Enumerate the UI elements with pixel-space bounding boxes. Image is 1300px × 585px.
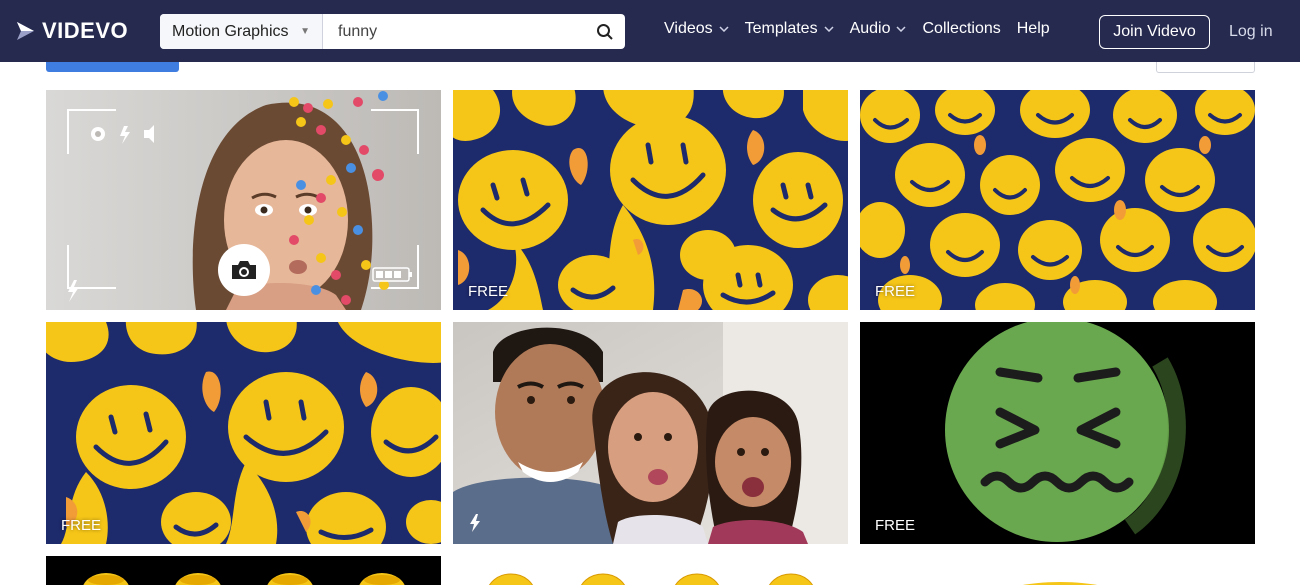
search-bar: Motion Graphics ▼ [160,14,625,49]
video-thumbnail-family [453,322,848,544]
premium-bolt-icon [470,514,480,532]
play-logo-icon [17,22,34,40]
videvo-logo[interactable]: VIDEVO [14,18,128,44]
main-nav: Videos Templates Audio Collections Help [664,20,1050,38]
category-select[interactable]: Motion Graphics ▼ [160,14,323,49]
free-badge: FREE [875,517,916,534]
video-tile[interactable]: FREE [860,322,1255,544]
login-link[interactable]: Log in [1229,23,1273,41]
video-tile[interactable] [860,556,1255,585]
nav-templates-label: Templates [744,20,818,37]
nav-help[interactable]: Help [1017,20,1050,38]
chevron-down-icon: ▼ [300,26,310,37]
brand-name: VIDEVO [42,18,129,43]
nav-audio-label: Audio [849,20,891,37]
nav-videos-label: Videos [664,20,713,37]
chevron-down-icon [824,26,834,32]
video-tile[interactable]: FREE [860,90,1255,310]
video-thumbnail-smileys [46,322,441,544]
category-selected-value: Motion Graphics [172,22,289,40]
video-tile[interactable] [453,322,848,544]
video-thumbnail-smileys [860,90,1255,310]
nav-collections[interactable]: Collections [922,20,1000,38]
free-badge: FREE [61,517,102,534]
join-button-label: Join Videvo [1113,23,1196,40]
search-input[interactable] [323,14,585,49]
video-thumbnail-smileys [453,90,848,310]
search-icon [597,23,613,40]
video-thumbnail-emoji-row [46,556,441,585]
search-button[interactable] [585,14,625,49]
video-tile[interactable]: FREE [453,90,848,310]
top-navigation-bar: VIDEVO Motion Graphics ▼ Videos Template… [0,0,1300,62]
nav-templates[interactable]: Templates [745,20,834,38]
video-tile[interactable] [453,556,848,585]
video-tile[interactable] [46,90,441,310]
free-badge: FREE [875,283,916,300]
camera-shutter-button[interactable] [218,244,270,296]
join-button[interactable]: Join Videvo [1099,15,1210,49]
video-tile[interactable] [46,556,441,585]
chevron-down-icon [896,26,907,32]
nav-audio[interactable]: Audio [850,20,907,38]
nav-collections-label: Collections [922,20,1001,37]
camera-icon [232,261,256,279]
video-thumbnail-green-face [860,322,1255,544]
chevron-down-icon [719,26,729,32]
sort-dropdown[interactable] [1156,62,1255,73]
nav-videos[interactable]: Videos [664,20,729,38]
login-link-label: Log in [1229,23,1273,40]
nav-help-label: Help [1016,20,1050,37]
video-tile[interactable]: FREE [46,322,441,544]
filter-button[interactable] [46,62,179,72]
video-thumbnail-emoji-row [453,556,848,585]
video-thumbnail-emoji-single [860,556,1255,585]
free-badge: FREE [468,283,509,300]
